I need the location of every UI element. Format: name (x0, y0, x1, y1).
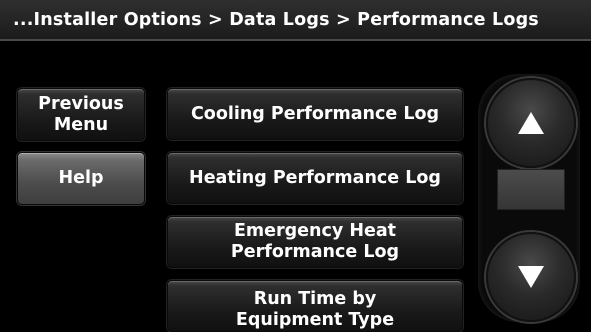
breadcrumb: ...Installer Options > Data Logs > Perfo… (0, 0, 591, 41)
run-time-by-equipment-type-button[interactable]: Run Time by Equipment Type (167, 280, 463, 332)
previous-menu-button[interactable]: Previous Menu (17, 88, 145, 141)
menu-item-label-line1: Emergency Heat (233, 221, 397, 241)
menu-item-label: Heating Performance Log (189, 167, 441, 188)
previous-menu-label-line1: Previous (38, 93, 124, 114)
menu-item-label-line1: Run Time by (253, 289, 377, 309)
menu-item-label: Cooling Performance Log (190, 103, 440, 124)
help-label: Help (58, 168, 104, 188)
emergency-heat-performance-log-button[interactable]: Emergency Heat Performance Log (167, 216, 463, 268)
thermostat-screen: ...Installer Options > Data Logs > Perfo… (0, 0, 591, 332)
menu-item-label-line2: Equipment Type (235, 310, 395, 330)
scrollbar-thumb[interactable] (497, 169, 565, 210)
arrow-down-icon (518, 266, 544, 288)
cooling-performance-log-button[interactable]: Cooling Performance Log (167, 88, 463, 140)
help-button[interactable]: Help (17, 152, 145, 205)
arrow-up-icon (518, 112, 544, 134)
previous-menu-label-line2: Menu (53, 114, 109, 135)
heating-performance-log-button[interactable]: Heating Performance Log (167, 152, 463, 204)
scroll-up-button[interactable] (486, 78, 576, 168)
scroll-down-button[interactable] (486, 232, 576, 322)
menu-item-label-line2: Performance Log (230, 242, 400, 262)
